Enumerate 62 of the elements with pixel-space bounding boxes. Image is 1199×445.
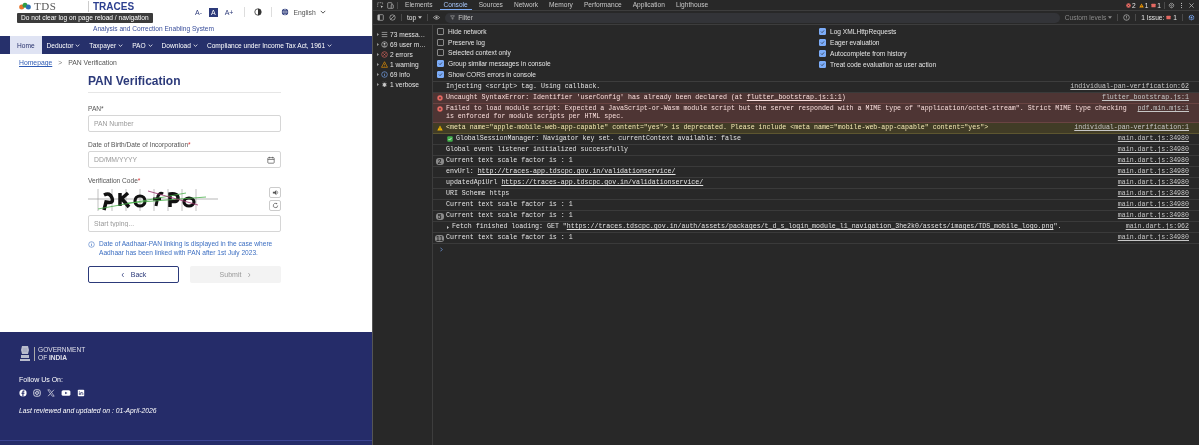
sidebar-icon[interactable] — [377, 14, 384, 21]
contrast-icon[interactable] — [254, 8, 263, 16]
instagram-icon[interactable] — [33, 389, 41, 397]
device-icon[interactable] — [387, 1, 394, 9]
refresh-icon — [271, 202, 279, 209]
calendar-icon[interactable] — [267, 155, 275, 164]
speaker-icon — [271, 189, 279, 196]
user-icon — [381, 40, 388, 48]
close-icon[interactable] — [1188, 1, 1195, 9]
checkbox[interactable] — [437, 38, 444, 46]
info-icon — [381, 70, 388, 78]
inspect-icon[interactable] — [377, 1, 384, 9]
filter-icon — [450, 15, 456, 20]
check-icon — [820, 29, 825, 34]
list-icon — [381, 30, 388, 38]
chevron-right-icon — [247, 271, 252, 278]
page-title: PAN Verification — [88, 74, 182, 88]
checkbox[interactable] — [437, 60, 444, 68]
bug-icon — [381, 80, 388, 88]
clear-icon[interactable] — [389, 14, 396, 21]
logo-icon — [18, 1, 32, 12]
more-icon[interactable] — [1178, 1, 1185, 9]
chevron-left-icon — [120, 271, 125, 278]
globe-icon — [281, 8, 290, 16]
settings-icon[interactable] — [1188, 14, 1195, 21]
emblem-icon — [19, 344, 31, 364]
checkbox[interactable] — [819, 50, 826, 57]
info-icon — [88, 241, 95, 248]
check-icon — [820, 40, 825, 45]
caret-icon — [327, 43, 333, 47]
issue-icon — [1151, 2, 1157, 8]
caret-icon — [418, 16, 423, 19]
issue-icon — [1166, 15, 1172, 20]
checkbox[interactable] — [819, 39, 826, 46]
caret-icon — [192, 43, 198, 47]
check-icon — [820, 51, 825, 56]
checkbox[interactable] — [819, 28, 826, 35]
error-icon — [381, 50, 388, 58]
check-icon — [820, 62, 825, 67]
facebook-icon[interactable] — [19, 389, 27, 397]
checkbox[interactable] — [437, 49, 444, 57]
audio-button[interactable] — [269, 187, 281, 198]
refresh-button[interactable] — [269, 200, 281, 211]
caret-icon — [319, 10, 326, 14]
youtube-icon[interactable] — [61, 389, 71, 397]
settings-icon[interactable] — [1168, 1, 1175, 9]
check-icon — [447, 136, 453, 142]
caret-icon — [1108, 16, 1113, 19]
eye-icon[interactable] — [433, 14, 441, 21]
info-icon[interactable] — [1123, 14, 1131, 21]
checkbox[interactable] — [437, 27, 444, 35]
caret-icon — [147, 43, 153, 47]
caret-icon — [118, 43, 124, 47]
logo-text: TDS — [34, 1, 57, 12]
brand-name: TRACES — [93, 1, 136, 12]
x-icon[interactable] — [47, 389, 55, 397]
checkbox[interactable] — [437, 71, 444, 79]
linkedin-icon[interactable] — [77, 389, 85, 397]
warning-icon — [381, 60, 388, 68]
prompt-icon[interactable] — [440, 246, 443, 252]
checkbox[interactable] — [819, 61, 826, 68]
caret-icon — [75, 43, 81, 47]
